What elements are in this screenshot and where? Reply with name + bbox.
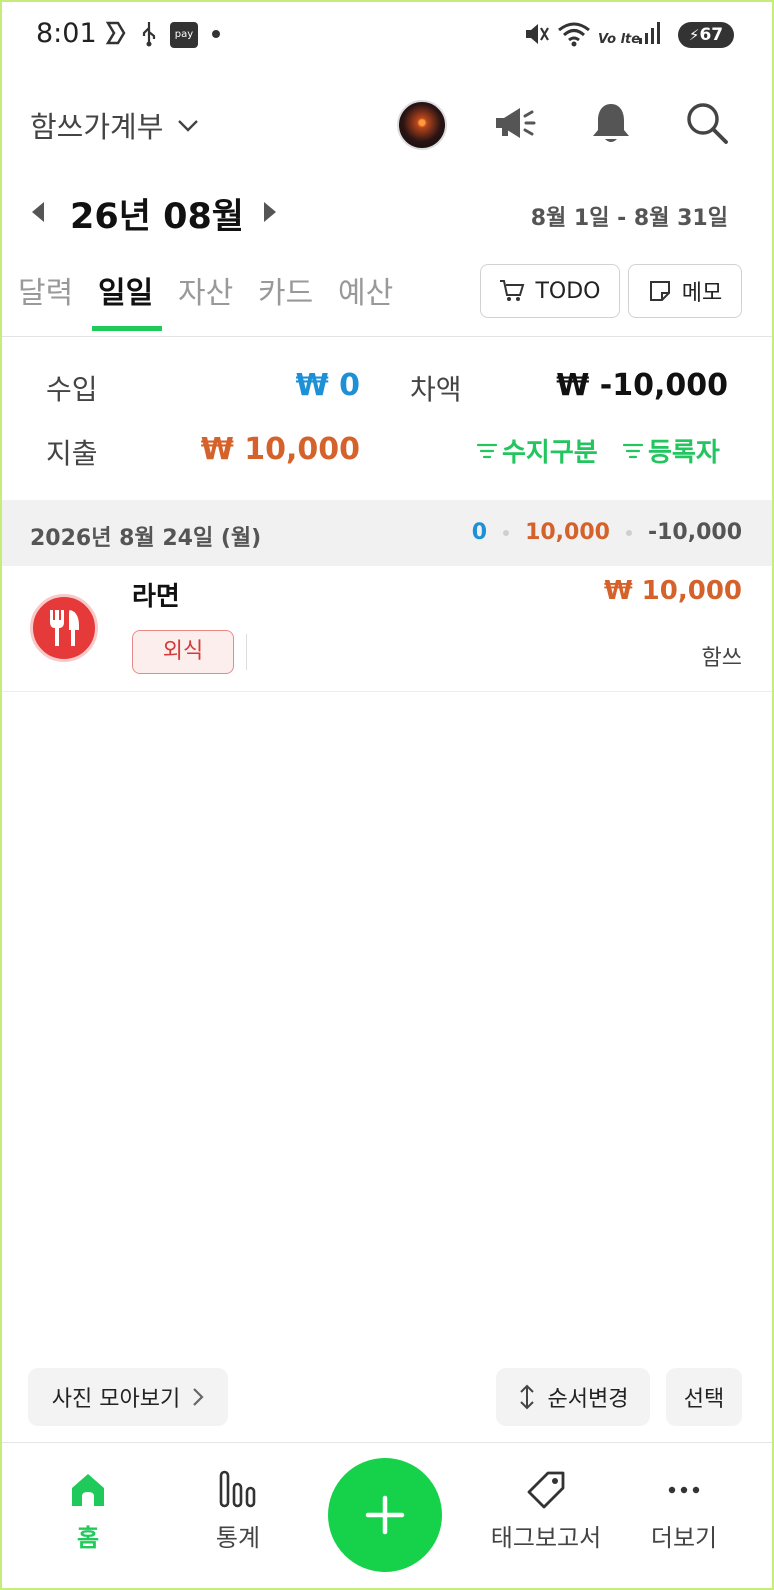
month-label: 26년 08월 xyxy=(70,197,244,237)
fork-knife-icon xyxy=(30,594,98,662)
day-income: 0 xyxy=(471,520,488,545)
megaphone-icon[interactable] xyxy=(492,100,538,146)
add-entry-button[interactable] xyxy=(328,1458,442,1572)
signal-icon xyxy=(638,20,662,54)
photo-gallery-label: 사진 모아보기 xyxy=(51,1387,181,1412)
todo-label: TODO xyxy=(535,278,601,304)
nav-stats[interactable]: 통계 xyxy=(168,1470,308,1553)
reorder-icon xyxy=(519,1384,534,1410)
nav-home[interactable]: 홈 xyxy=(18,1470,158,1553)
select-label: 선택 xyxy=(683,1387,725,1412)
diff-label: 차액 xyxy=(410,373,462,406)
expense-label: 지출 xyxy=(46,437,98,470)
home-icon xyxy=(72,1474,104,1506)
tab-assets[interactable]: 자산 xyxy=(178,268,233,312)
tab-divider xyxy=(0,336,774,337)
category-tag: 외식 xyxy=(132,630,234,674)
usb-icon xyxy=(140,20,158,56)
tab-budget[interactable]: 예산 xyxy=(338,268,393,312)
dot-separator xyxy=(625,529,632,536)
list-item[interactable]: 라면 ₩ 10,000 외식 함쓰 xyxy=(0,566,774,692)
samsung-icon xyxy=(104,20,128,54)
filter-icon xyxy=(476,443,498,458)
tab-card[interactable]: 카드 xyxy=(258,268,313,312)
day-totals: 0 10,000 -10,000 xyxy=(472,520,742,545)
tab-calendar[interactable]: 달력 xyxy=(18,268,73,312)
tag-icon xyxy=(527,1471,565,1509)
nav-stats-label: 통계 xyxy=(215,1524,261,1552)
mute-icon xyxy=(522,20,550,56)
entry-author: 함쓰 xyxy=(701,646,742,671)
expense-value: ₩ 10,000 xyxy=(200,432,360,467)
plus-icon xyxy=(365,1495,405,1535)
divider xyxy=(246,634,247,670)
nav-home-label: 홈 xyxy=(76,1524,100,1552)
filter-author-button[interactable]: 등록자 xyxy=(622,432,720,469)
nav-tag-report[interactable]: 태그보고서 xyxy=(466,1470,626,1553)
reorder-label: 순서변경 xyxy=(547,1387,629,1412)
volte-icon: Vo lte xyxy=(598,32,641,47)
filter-category-button[interactable]: 수지구분 xyxy=(476,432,598,469)
todo-button[interactable]: TODO xyxy=(480,264,620,318)
date-range: 8월 1일 - 8월 31일 xyxy=(530,206,728,231)
pay-icon: pay xyxy=(170,22,198,48)
chevron-down-icon xyxy=(178,120,199,132)
income-label: 수입 xyxy=(46,373,98,406)
battery-icon: ⚡67 xyxy=(678,22,734,48)
filter-icon xyxy=(622,443,644,458)
entry-title: 라면 xyxy=(132,582,180,612)
day-expense: 10,000 xyxy=(525,520,610,545)
app-title: 함쓰가계부 xyxy=(30,110,164,144)
memo-icon xyxy=(649,281,670,301)
more-icon xyxy=(668,1486,700,1494)
dot-separator xyxy=(503,529,510,536)
search-icon[interactable] xyxy=(684,100,730,146)
select-button[interactable]: 선택 xyxy=(666,1368,742,1426)
app-title-dropdown[interactable]: 함쓰가계부 xyxy=(30,104,199,146)
prev-month-button[interactable] xyxy=(28,200,48,228)
active-tab-indicator xyxy=(92,326,162,331)
filter-category-label: 수지구분 xyxy=(502,438,598,468)
memo-button[interactable]: 메모 xyxy=(628,264,742,318)
filter-author-label: 등록자 xyxy=(648,438,720,468)
nav-more[interactable]: 더보기 xyxy=(614,1470,754,1553)
day-header: 2026년 8월 24일 (월) 0 10,000 -10,000 xyxy=(0,500,774,566)
avatar[interactable] xyxy=(397,100,447,150)
battery-level: 67 xyxy=(699,25,724,45)
income-value: ₩ 0 xyxy=(295,368,360,403)
bell-icon[interactable] xyxy=(588,100,634,146)
next-month-button[interactable] xyxy=(260,200,280,228)
day-diff: -10,000 xyxy=(647,520,742,545)
nav-more-label: 더보기 xyxy=(650,1524,718,1552)
tab-daily[interactable]: 일일 xyxy=(98,268,153,312)
nav-tag-report-label: 태그보고서 xyxy=(490,1524,602,1552)
reorder-button[interactable]: 순서변경 xyxy=(496,1368,650,1426)
chevron-right-icon xyxy=(193,1388,204,1406)
photo-gallery-button[interactable]: 사진 모아보기 xyxy=(28,1368,228,1426)
wifi-icon xyxy=(556,20,592,56)
day-date: 2026년 8월 24일 (월) xyxy=(30,526,262,551)
nav-divider xyxy=(0,1442,774,1443)
memo-label: 메모 xyxy=(681,281,723,306)
status-bar: 8:01 pay Vo lte ⚡67 xyxy=(0,0,774,70)
diff-value: ₩ -10,000 xyxy=(556,368,728,403)
dot-icon xyxy=(212,30,220,38)
entry-amount: ₩ 10,000 xyxy=(603,576,742,606)
cart-icon xyxy=(500,280,525,301)
stats-icon xyxy=(219,1470,256,1508)
status-time: 8:01 xyxy=(36,18,97,49)
